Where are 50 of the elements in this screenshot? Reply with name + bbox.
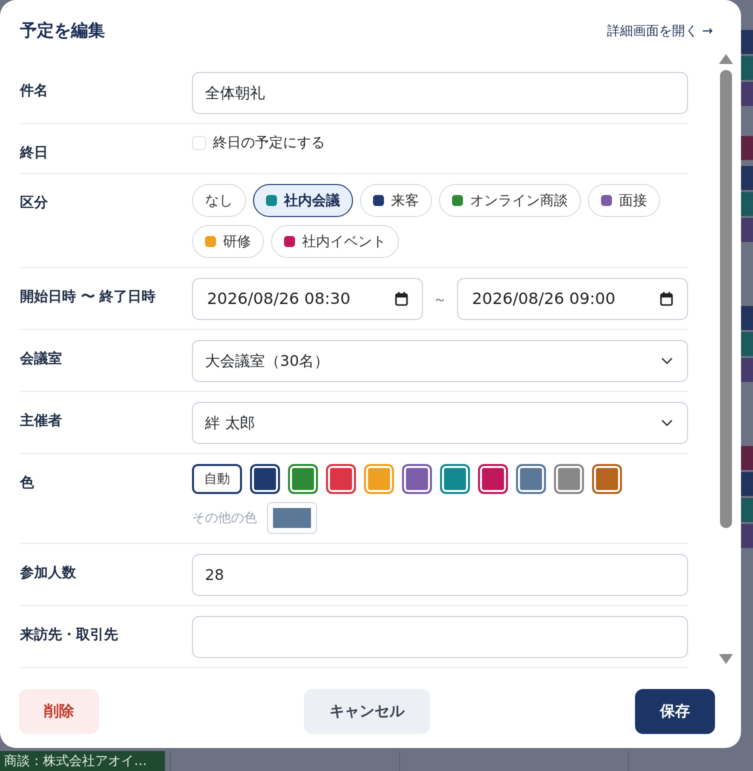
checkbox-label: 終日の予定にする [213,133,325,152]
range-separator: ～ [433,290,447,308]
category-chip[interactable]: 研修 [192,225,264,258]
color-swatch[interactable] [440,464,470,494]
field-label: 件名 [20,81,49,100]
category-chip[interactable]: 社内会議 [253,184,353,217]
color-swatch[interactable] [288,464,318,494]
dialog-button[interactable]: 保存 [635,688,715,734]
date-field[interactable]: 2026/08/26 08:30 [192,278,423,320]
color-swatch[interactable] [554,464,584,494]
dialog-button[interactable]: キャンセル [304,688,430,734]
checkbox[interactable] [192,136,206,150]
color-swatch[interactable] [250,464,280,494]
dialog-title: 予定を編集 [20,19,105,42]
text-field[interactable]: 全体朝礼 [192,72,688,114]
auto-color-button[interactable]: 自動 [192,464,242,494]
scroll-down-icon[interactable] [719,654,733,664]
text-field[interactable] [192,616,688,658]
color-swatch[interactable] [326,464,356,494]
dialog-button[interactable]: 削除 [19,688,99,734]
field-label: 会議室 [20,349,63,368]
category-chip[interactable]: なし [192,184,246,217]
other-color-label: その他の色 [192,509,257,528]
event-chip: 商談：株式会社アオイ… [0,751,165,771]
color-picker[interactable] [267,502,317,534]
field-label: 主催者 [20,411,63,430]
field-label: 区分 [20,193,49,212]
field-label: 色 [20,473,35,492]
field-label: 来訪先・取引先 [20,625,119,644]
color-swatch[interactable] [402,464,432,494]
calendar-icon[interactable] [660,292,673,306]
color-swatch[interactable] [364,464,394,494]
select-field[interactable]: 絆 太郎 [192,402,688,444]
category-chip[interactable]: オンライン商談 [439,184,581,217]
color-swatch[interactable] [478,464,508,494]
text-field[interactable]: 28 [192,554,688,596]
field-label: 開始日時 〜 終了日時 [20,287,157,306]
detail-link[interactable]: 詳細画面を開く → [606,21,713,41]
scrollbar-thumb[interactable] [720,70,732,528]
calendar-icon[interactable] [395,292,408,306]
select-field[interactable]: 大会議室（30名） [192,340,688,382]
color-swatch[interactable] [516,464,546,494]
category-chip[interactable]: 面接 [588,184,660,217]
category-chip[interactable]: 来客 [360,184,432,217]
date-field[interactable]: 2026/08/26 09:00 [457,278,688,320]
category-chip[interactable]: 社内イベント [271,225,399,258]
scroll-up-icon[interactable] [719,54,733,64]
field-label: 参加人数 [20,563,77,582]
field-label: 終日 [20,143,49,162]
color-swatch[interactable] [592,464,622,494]
